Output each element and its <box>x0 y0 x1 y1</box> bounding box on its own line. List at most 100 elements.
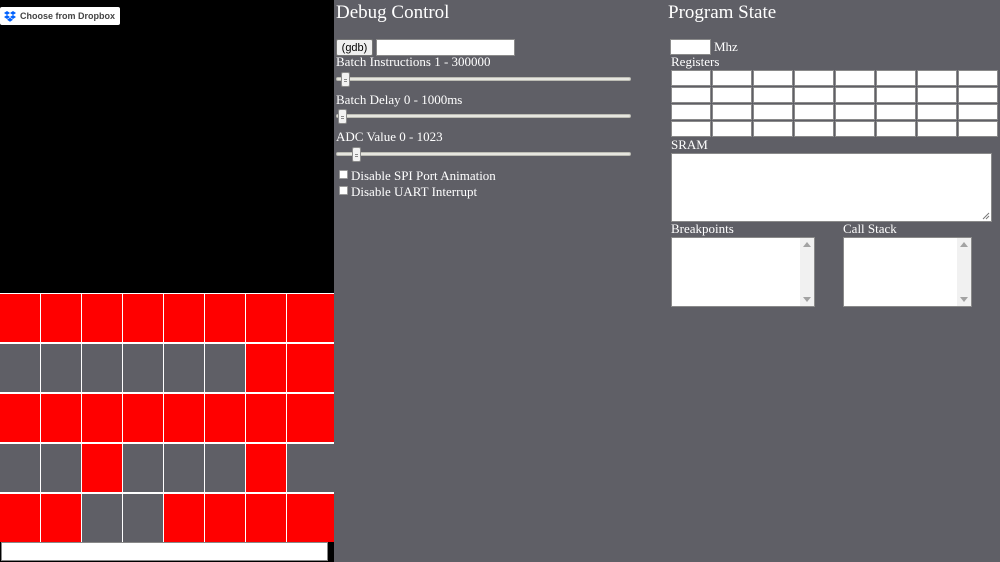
led-on <box>246 394 286 442</box>
led-off <box>123 344 163 392</box>
led-off <box>164 444 204 492</box>
register-cell[interactable] <box>917 70 957 86</box>
left-panel: Choose from Dropbox <box>0 0 334 562</box>
dropbox-icon <box>4 10 16 22</box>
led-off <box>82 344 122 392</box>
scroll-up-icon[interactable] <box>960 242 968 247</box>
led-off <box>82 494 122 542</box>
led-row <box>0 494 334 542</box>
register-cell[interactable] <box>753 104 793 120</box>
scroll-down-icon[interactable] <box>960 297 968 302</box>
led-matrix <box>0 293 334 542</box>
disable-spi-checkbox[interactable] <box>339 170 348 179</box>
register-cell[interactable] <box>753 87 793 103</box>
register-cell[interactable] <box>958 121 998 137</box>
register-cell[interactable] <box>835 70 875 86</box>
call-stack-scrollbar[interactable] <box>957 238 971 306</box>
batch-delay-slider[interactable] <box>336 114 631 118</box>
led-row <box>0 344 334 392</box>
mhz-input[interactable] <box>670 39 711 55</box>
led-on <box>82 444 122 492</box>
register-cell[interactable] <box>794 104 834 120</box>
led-off <box>164 344 204 392</box>
batch-delay-slider-thumb[interactable] <box>338 109 347 124</box>
register-cell[interactable] <box>671 121 711 137</box>
mhz-label: Mhz <box>714 39 738 54</box>
register-cell[interactable] <box>835 121 875 137</box>
led-row <box>0 444 334 492</box>
register-cell[interactable] <box>794 70 834 86</box>
adc-value-slider-thumb[interactable] <box>352 147 362 162</box>
register-cell[interactable] <box>712 87 752 103</box>
led-on <box>0 394 40 442</box>
led-on <box>287 294 334 342</box>
register-cell[interactable] <box>794 121 834 137</box>
call-stack-list[interactable] <box>843 237 972 307</box>
led-off <box>123 494 163 542</box>
batch-delay-label: Batch Delay 0 - 1000ms <box>336 92 463 107</box>
register-cell[interactable] <box>753 121 793 137</box>
led-off <box>205 344 245 392</box>
register-cell[interactable] <box>958 87 998 103</box>
led-on <box>246 344 286 392</box>
led-off <box>0 444 40 492</box>
register-cell[interactable] <box>835 104 875 120</box>
choose-from-dropbox-button[interactable]: Choose from Dropbox <box>0 7 120 25</box>
batch-instructions-slider[interactable] <box>336 77 631 81</box>
register-cell[interactable] <box>671 104 711 120</box>
led-on <box>205 394 245 442</box>
uart-input[interactable] <box>1 542 328 561</box>
register-cell[interactable] <box>794 87 834 103</box>
register-cell[interactable] <box>712 70 752 86</box>
register-cell[interactable] <box>712 121 752 137</box>
breakpoints-label: Breakpoints <box>671 221 734 236</box>
led-row <box>0 294 334 342</box>
led-on <box>41 294 81 342</box>
batch-instructions-slider-thumb[interactable] <box>340 72 350 87</box>
registers-label: Registers <box>671 54 720 69</box>
led-on <box>164 294 204 342</box>
sram-label: SRAM <box>671 137 708 152</box>
register-cell[interactable] <box>958 70 998 86</box>
call-stack-label: Call Stack <box>843 221 897 236</box>
led-on <box>164 494 204 542</box>
breakpoints-list[interactable] <box>671 237 815 307</box>
scroll-up-icon[interactable] <box>803 242 811 247</box>
disable-uart-label: Disable UART Interrupt <box>351 184 478 199</box>
led-on <box>0 494 40 542</box>
led-on <box>0 294 40 342</box>
adc-value-slider[interactable] <box>336 152 631 156</box>
register-cell[interactable] <box>835 87 875 103</box>
register-cell[interactable] <box>917 104 957 120</box>
register-cell[interactable] <box>876 87 916 103</box>
led-on <box>41 494 81 542</box>
led-on <box>123 394 163 442</box>
led-off <box>41 444 81 492</box>
disable-uart-checkbox[interactable] <box>339 186 348 195</box>
register-cell[interactable] <box>753 70 793 86</box>
led-off <box>205 444 245 492</box>
led-on <box>205 294 245 342</box>
led-on <box>82 394 122 442</box>
register-cell[interactable] <box>671 87 711 103</box>
scroll-down-icon[interactable] <box>803 297 811 302</box>
breakpoints-scrollbar[interactable] <box>800 238 814 306</box>
dropbox-button-label: Choose from Dropbox <box>20 11 116 21</box>
disable-spi-label: Disable SPI Port Animation <box>351 168 496 183</box>
sram-textarea[interactable] <box>671 153 992 222</box>
register-cell[interactable] <box>876 104 916 120</box>
register-cell[interactable] <box>917 87 957 103</box>
led-off <box>123 444 163 492</box>
adc-value-label: ADC Value 0 - 1023 <box>336 129 443 144</box>
program-state-title: Program State <box>668 2 777 23</box>
register-cell[interactable] <box>671 70 711 86</box>
register-cell[interactable] <box>876 121 916 137</box>
led-on <box>246 494 286 542</box>
register-cell[interactable] <box>917 121 957 137</box>
register-cell[interactable] <box>958 104 998 120</box>
resize-handle-icon[interactable] <box>982 212 990 220</box>
led-on <box>82 294 122 342</box>
register-cell[interactable] <box>876 70 916 86</box>
led-on <box>205 494 245 542</box>
register-cell[interactable] <box>712 104 752 120</box>
